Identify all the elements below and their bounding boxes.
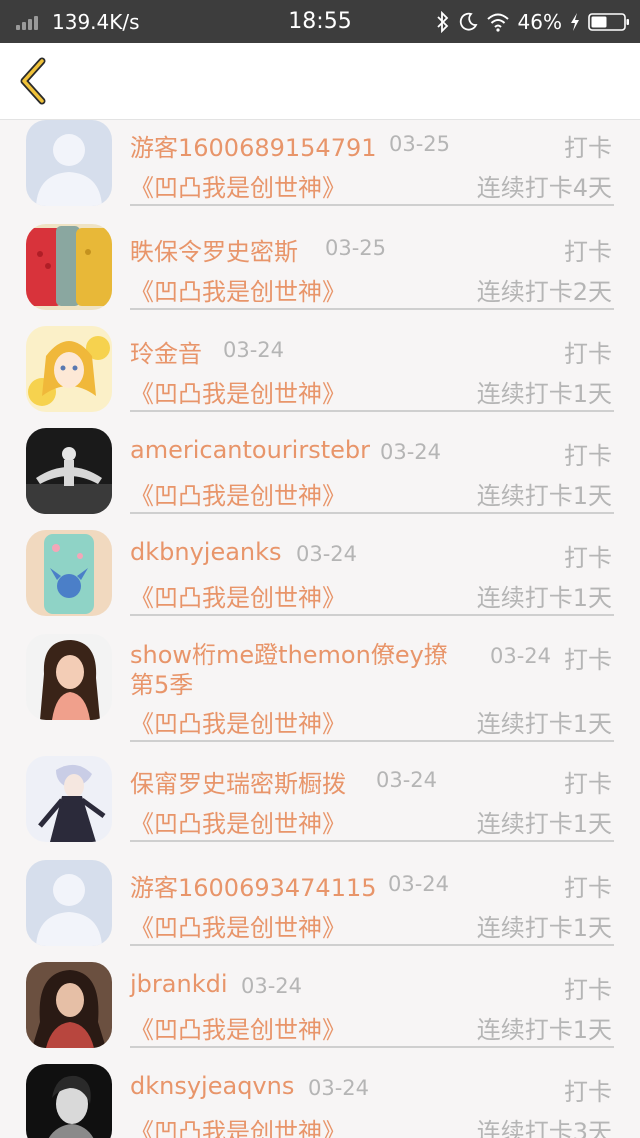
dancer-avatar[interactable] (26, 428, 112, 514)
checkin-date: 03-24 (308, 1076, 370, 1100)
streak-count: 连续打卡3天 (476, 1118, 612, 1138)
streak-count: 连续打卡4天 (476, 174, 612, 202)
anime-boy-avatar[interactable] (26, 756, 112, 842)
checkin-action: 打卡 (564, 770, 612, 798)
checkin-list: 游客1600689154791 03-25 打卡 《凹凸我是创世神》 连续打卡4… (0, 120, 640, 1138)
checkin-action: 打卡 (564, 1078, 612, 1106)
row-divider (130, 204, 614, 206)
charging-icon (571, 13, 579, 31)
row-divider (130, 614, 614, 616)
status-icons: 46% (436, 8, 630, 36)
checkin-action: 打卡 (564, 442, 612, 470)
book-title[interactable]: 《凹凸我是创世神》 (130, 374, 346, 409)
checkin-action: 打卡 (564, 874, 612, 902)
book-title[interactable]: 《凹凸我是创世神》 (130, 804, 346, 839)
bluetooth-icon (436, 11, 448, 33)
checkin-date: 03-25 (325, 236, 387, 260)
checkin-date: 03-24 (223, 338, 285, 362)
status-bar: 139.4K/s 18:55 46% (0, 0, 640, 43)
header-bar (0, 43, 640, 120)
battery-percent: 46% (517, 10, 562, 34)
row-divider (130, 308, 614, 310)
checkin-action: 打卡 (564, 238, 612, 266)
phone-case-avatar[interactable] (26, 530, 112, 616)
checkin-date: 03-24 (376, 768, 438, 792)
book-title[interactable]: 《凹凸我是创世神》 (130, 908, 346, 943)
wifi-icon (486, 13, 509, 32)
default-avatar[interactable] (26, 860, 112, 946)
streak-count: 连续打卡1天 (476, 482, 612, 510)
chevron-left-icon (20, 57, 46, 105)
user-name[interactable]: 眣保令罗史密斯 (130, 232, 298, 267)
checkin-date: 03-25 (389, 132, 451, 156)
book-title[interactable]: 《凹凸我是创世神》 (130, 272, 346, 307)
dark-portrait-avatar[interactable] (26, 1064, 112, 1138)
user-name[interactable]: 游客1600693474115 (130, 868, 377, 903)
row-divider (130, 1046, 614, 1048)
default-avatar[interactable] (26, 120, 112, 206)
checkin-date: 03-24 (296, 542, 358, 566)
streak-count: 连续打卡1天 (476, 914, 612, 942)
user-name[interactable]: dkbnyjeanks (130, 538, 282, 566)
row-divider (130, 840, 614, 842)
checkin-date: 03-24 (380, 440, 442, 464)
checkin-action: 打卡 (564, 646, 612, 674)
phones-avatar[interactable] (26, 224, 112, 310)
user-name[interactable]: jbrankdi (130, 970, 228, 998)
woman-avatar[interactable] (26, 634, 112, 720)
book-title[interactable]: 《凹凸我是创世神》 (130, 168, 346, 203)
battery-icon (588, 13, 629, 31)
user-name[interactable]: americantourirstebr (130, 436, 370, 464)
checkin-action: 打卡 (564, 544, 612, 572)
streak-count: 连续打卡1天 (476, 810, 612, 838)
checkin-date: 03-24 (490, 644, 552, 668)
streak-count: 连续打卡1天 (476, 710, 612, 738)
streak-count: 连续打卡1天 (476, 584, 612, 612)
back-button[interactable] (12, 57, 56, 105)
checkin-action: 打卡 (564, 134, 612, 162)
streak-count: 连续打卡1天 (476, 1016, 612, 1044)
checkin-date: 03-24 (241, 974, 303, 998)
user-name[interactable]: dknsyjeaqvns (130, 1072, 294, 1100)
user-name[interactable]: show桁me蹬themon僚ey撩第5季 (130, 640, 470, 700)
user-name[interactable]: 保甯罗史瑞密斯橱拨 (130, 764, 346, 799)
checkin-action: 打卡 (564, 976, 612, 1004)
user-name[interactable]: 游客1600689154791 (130, 128, 377, 163)
moon-icon (459, 12, 477, 31)
checkin-action: 打卡 (564, 340, 612, 368)
user-name[interactable]: 玲金音 (130, 334, 202, 369)
book-title[interactable]: 《凹凸我是创世神》 (130, 578, 346, 613)
row-divider (130, 740, 614, 742)
row-divider (130, 944, 614, 946)
streak-count: 连续打卡2天 (476, 278, 612, 306)
anime-girl-avatar[interactable] (26, 326, 112, 412)
portrait-avatar[interactable] (26, 962, 112, 1048)
row-divider (130, 410, 614, 412)
book-title[interactable]: 《凹凸我是创世神》 (130, 476, 346, 511)
book-title[interactable]: 《凹凸我是创世神》 (130, 1010, 346, 1045)
book-title[interactable]: 《凹凸我是创世神》 (130, 704, 346, 739)
checkin-date: 03-24 (388, 872, 450, 896)
streak-count: 连续打卡1天 (476, 380, 612, 408)
book-title[interactable]: 《凹凸我是创世神》 (130, 1112, 346, 1138)
row-divider (130, 512, 614, 514)
